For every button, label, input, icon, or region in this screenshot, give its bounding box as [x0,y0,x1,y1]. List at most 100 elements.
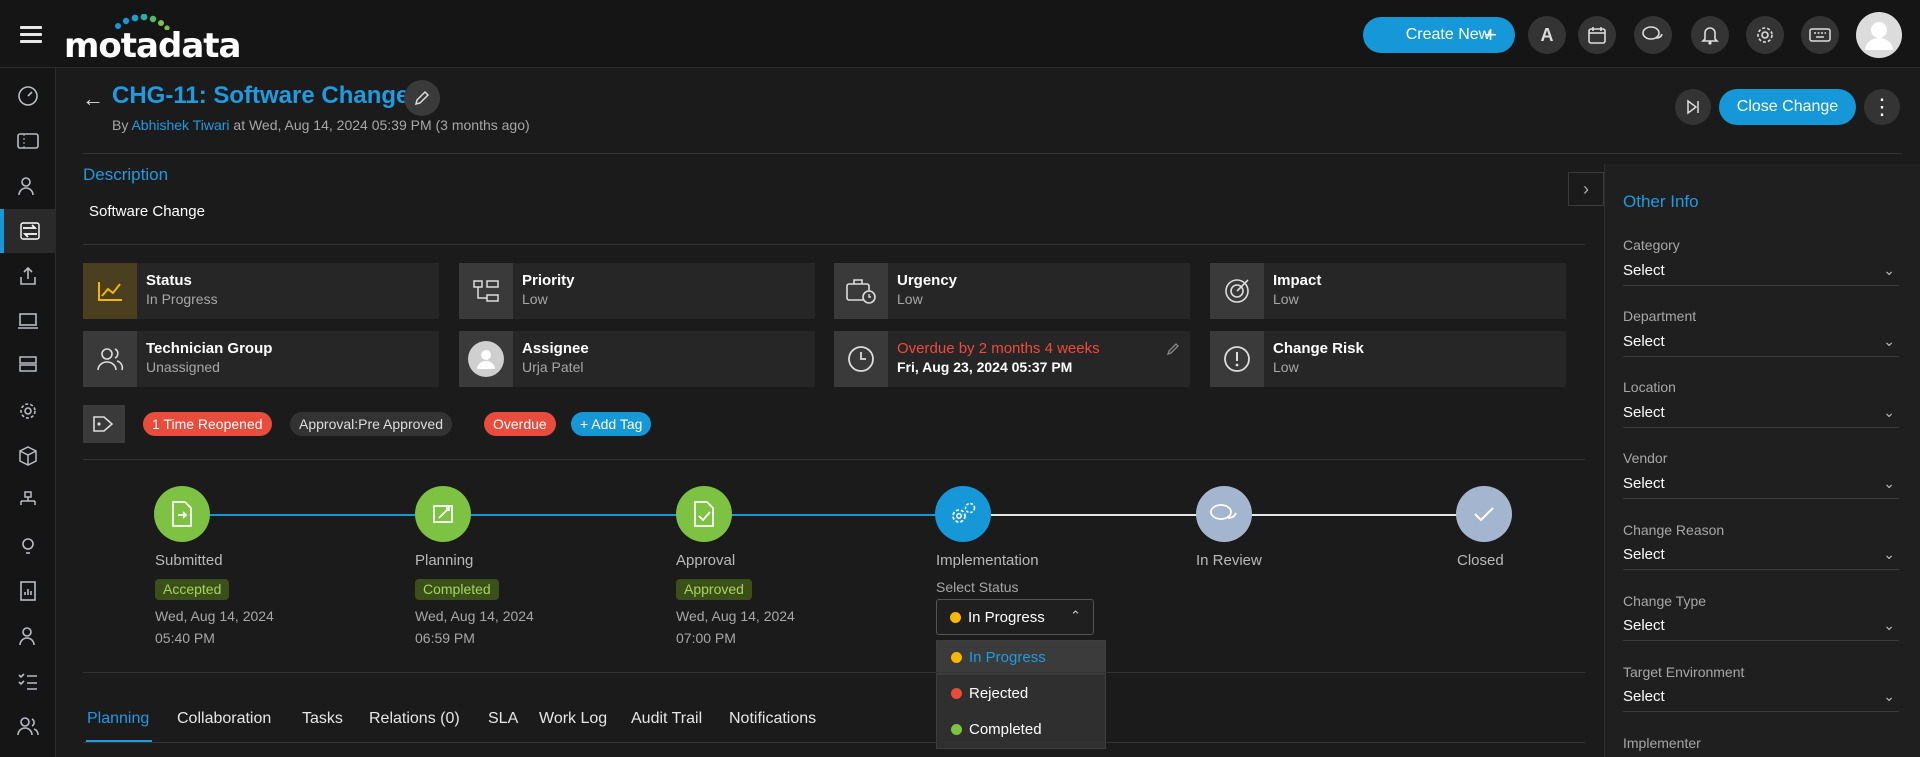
select-value: Select [1623,262,1665,279]
skip-next-button[interactable] [1675,89,1711,125]
status-dot-icon [951,724,962,735]
author-link[interactable]: Abhishek Tiwari [131,117,229,133]
impact-card[interactable]: Impact Low [1210,263,1566,319]
stage-in-review-icon[interactable] [1196,486,1252,542]
change-type-select[interactable]: Select ⌄ [1623,613,1899,641]
tab-planning[interactable]: Planning [87,710,149,728]
expand-panel-button[interactable]: › [1568,172,1604,206]
logo[interactable]: motadata [64,14,241,66]
tab-tasks[interactable]: Tasks [302,710,343,728]
group-icon [83,331,137,387]
divider [82,153,1902,154]
created-text: at Wed, Aug 14, 2024 05:39 PM (3 months … [233,117,530,133]
contact-icon[interactable] [0,614,56,658]
tag-overdue: Overdue [484,412,556,436]
stage-planning-icon[interactable] [415,486,471,542]
select-value: Select [1623,688,1665,705]
skip-next-icon [1687,99,1699,115]
description-heading: Description [83,165,169,184]
user-initial-button[interactable]: A [1528,16,1566,54]
divider [83,459,1585,460]
status-chart-icon [83,263,137,319]
status-select[interactable]: In Progress ⌃ [936,599,1094,635]
tab-sla[interactable]: SLA [488,710,518,728]
status-dot-icon [951,652,962,663]
bell-icon[interactable] [1691,16,1729,54]
pencil-icon [414,90,430,106]
tab-audit-trail[interactable]: Audit Trail [631,710,702,728]
stage-approval-icon[interactable] [676,486,732,542]
status-dot-icon [950,612,961,623]
cmdb-icon[interactable] [0,344,56,388]
option-label: Rejected [969,685,1029,702]
users-icon[interactable] [0,704,56,748]
chevron-down-icon: ⌄ [1883,404,1895,420]
target-environment-select[interactable]: Select ⌄ [1623,684,1899,712]
checklist-icon[interactable] [0,659,56,703]
tab-collaboration[interactable]: Collaboration [177,710,271,728]
dashboard-icon[interactable] [0,74,56,118]
top-bar: motadata Create New + A [0,0,1920,68]
chat-icon[interactable] [1634,16,1672,54]
chevron-down-icon: ⌄ [1883,688,1895,704]
more-options-icon[interactable]: ⋮ [1864,89,1900,125]
change-risk-card[interactable]: Change Risk Low [1210,331,1566,387]
back-arrow-icon[interactable]: ← [82,86,104,112]
field-label: Change Type [1623,593,1707,609]
hierarchy-icon[interactable] [0,479,56,523]
briefcase-clock-icon [834,263,888,319]
tag-icon[interactable] [83,405,125,443]
stage-name-planning: Planning [415,552,474,569]
tab-notifications[interactable]: Notifications [729,710,816,728]
status-card[interactable]: Status In Progress [83,263,439,319]
cube-icon[interactable] [0,434,56,478]
close-change-button[interactable]: Close Change [1719,89,1856,125]
keyboard-icon[interactable] [1801,16,1839,54]
gear-icon[interactable] [1746,16,1784,54]
problem-user-icon[interactable] [0,164,56,208]
report-icon[interactable] [0,569,56,613]
stage-implementation-icon[interactable] [935,486,991,542]
stage-time: 05:40 PM [155,630,215,646]
field-label: Department [1623,308,1697,324]
tab-work-log[interactable]: Work Log [539,710,607,728]
calendar-icon[interactable] [1578,16,1616,54]
location-select[interactable]: Select ⌄ [1623,400,1899,428]
ticket-icon[interactable] [0,119,56,163]
create-new-label: Create New [1405,26,1491,43]
department-select[interactable]: Select ⌄ [1623,329,1899,357]
edit-title-button[interactable] [404,80,440,116]
status-option-in-progress[interactable]: In Progress [937,641,1105,675]
change-icon[interactable] [0,209,56,253]
lightbulb-icon[interactable] [0,524,56,568]
assignee-value: Urja Patel [522,359,584,375]
edit-due-date-icon[interactable] [1166,342,1180,359]
add-tag-button[interactable]: + Add Tag [571,412,652,436]
asset-icon[interactable] [0,299,56,343]
stage-name-implementation: Implementation [936,552,1039,569]
due-date-card[interactable]: Overdue by 2 months 4 weeks Fri, Aug 23,… [834,331,1190,387]
priority-card[interactable]: Priority Low [459,263,815,319]
menu-icon[interactable] [20,26,42,44]
category-select[interactable]: Select ⌄ [1623,258,1899,286]
technician-group-card[interactable]: Technician Group Unassigned [83,331,439,387]
urgency-card[interactable]: Urgency Low [834,263,1190,319]
due-date-value: Fri, Aug 23, 2024 05:37 PM [897,359,1073,375]
impact-target-icon [1210,263,1264,319]
release-icon[interactable] [0,254,56,298]
chevron-down-icon: ⌄ [1883,546,1895,562]
clock-icon [834,331,888,387]
status-option-rejected[interactable]: Rejected [937,677,1105,711]
assignee-card[interactable]: Assignee Urja Patel [459,331,815,387]
change-reason-select[interactable]: Select ⌄ [1623,542,1899,570]
settings-cog-icon[interactable] [0,389,56,433]
priority-value: Low [522,291,548,307]
vendor-select[interactable]: Select ⌄ [1623,471,1899,499]
create-new-button[interactable]: Create New + [1363,17,1515,53]
stage-submitted-icon[interactable] [154,486,210,542]
tab-relations[interactable]: Relations (0) [369,710,460,728]
stage-closed-icon[interactable] [1456,486,1512,542]
avatar[interactable] [1856,12,1902,58]
chevron-down-icon: ⌄ [1883,475,1895,491]
technician-group-value: Unassigned [146,359,220,375]
